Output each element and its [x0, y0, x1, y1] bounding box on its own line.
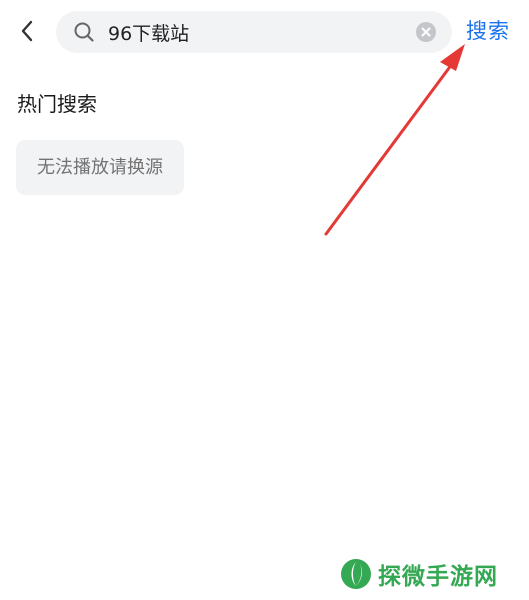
leaf-logo-icon	[341, 559, 371, 589]
search-icon	[74, 22, 94, 42]
annotation-arrow-shaft	[324, 62, 454, 236]
watermark: 探微手游网	[340, 556, 498, 592]
clear-circle-icon[interactable]	[416, 22, 436, 42]
search-box[interactable]	[56, 11, 452, 53]
hot-search-title: 热门搜索	[17, 92, 97, 116]
chevron-left-icon	[21, 20, 33, 42]
watermark-text: 探微手游网	[378, 564, 498, 590]
back-button[interactable]	[14, 16, 40, 46]
search-button[interactable]: 搜索	[466, 14, 510, 48]
search-input[interactable]	[108, 11, 408, 53]
hot-search-tag[interactable]: 无法播放请换源	[16, 140, 184, 195]
